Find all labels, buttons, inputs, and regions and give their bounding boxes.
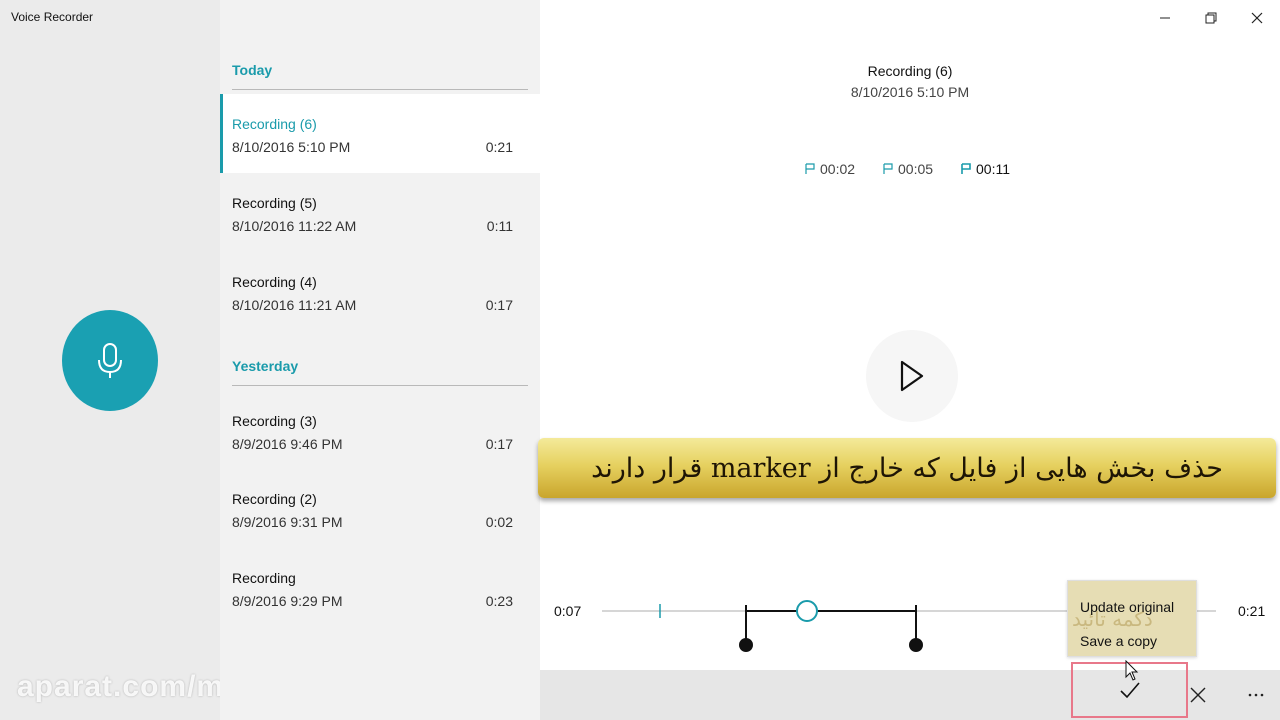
trim-end-handle[interactable]	[909, 638, 923, 652]
save-copy-option[interactable]: Save a copy	[1080, 633, 1157, 649]
close-icon	[1251, 12, 1263, 24]
recording-item[interactable]: Recording 8/9/2016 9:29 PM 0:23	[220, 548, 540, 627]
checkmark-icon	[1119, 682, 1140, 699]
restore-button[interactable]	[1201, 8, 1221, 28]
more-options-button[interactable]	[1244, 671, 1268, 719]
tutorial-banner: حذف بخش هایی از فایل که خارج از marker ق…	[538, 438, 1276, 498]
marker-button[interactable]: 00:05	[883, 161, 933, 177]
recording-date: 8/9/2016 9:31 PM	[232, 514, 343, 530]
recording-item[interactable]: Recording (4) 8/10/2016 11:21 AM 0:17	[220, 252, 540, 331]
close-icon	[1190, 687, 1206, 703]
recording-item[interactable]: Recording (2) 8/9/2016 9:31 PM 0:02	[220, 469, 540, 548]
recording-date: 8/9/2016 9:29 PM	[232, 593, 343, 609]
group-header-today: Today	[232, 62, 273, 78]
playhead-thumb[interactable]	[796, 600, 818, 622]
recording-item[interactable]: Recording (6) 8/10/2016 5:10 PM 0:21	[220, 94, 540, 173]
recording-name: Recording (4)	[232, 274, 317, 290]
recording-duration: 0:23	[485, 593, 513, 609]
flag-icon	[961, 163, 971, 174]
divider	[232, 89, 528, 90]
minimize-button[interactable]	[1155, 8, 1175, 28]
recording-name: Recording (3)	[232, 413, 317, 429]
record-button[interactable]	[62, 310, 158, 411]
recording-name: Recording (2)	[232, 491, 317, 507]
recording-date: 8/9/2016 9:46 PM	[232, 436, 343, 452]
recordings-list: Today Recording (6) 8/10/2016 5:10 PM 0:…	[220, 0, 540, 720]
recording-date: 8/10/2016 11:22 AM	[232, 218, 357, 234]
trim-end-time: 0:21	[1238, 603, 1266, 619]
divider	[232, 385, 528, 386]
marker-time: 00:02	[820, 161, 856, 177]
marker-time: 00:05	[898, 161, 934, 177]
banner-text: حذف بخش هایی از فایل که خارج از marker ق…	[591, 452, 1223, 484]
update-original-option[interactable]: Update original	[1080, 599, 1174, 615]
recording-duration: 0:17	[485, 436, 513, 452]
detail-date: 8/10/2016 5:10 PM	[850, 84, 970, 100]
recording-name: Recording (5)	[232, 195, 317, 211]
close-window-button[interactable]	[1247, 8, 1267, 28]
restore-icon	[1205, 12, 1217, 24]
recording-duration: 0:11	[486, 218, 513, 234]
microphone-icon	[98, 342, 122, 378]
recording-item[interactable]: Recording (3) 8/9/2016 9:46 PM 0:17	[220, 391, 540, 470]
save-menu: دکمه تائید Update original Save a copy	[1067, 580, 1197, 657]
recording-name: Recording	[232, 570, 296, 586]
recording-item[interactable]: Recording (5) 8/10/2016 11:22 AM 0:11	[220, 173, 540, 252]
trim-start-time: 0:07	[554, 603, 582, 619]
play-button[interactable]	[866, 330, 958, 422]
more-icon	[1248, 693, 1264, 697]
marker-button[interactable]: 00:11	[961, 161, 1010, 177]
flag-icon	[883, 163, 893, 174]
left-strip: Voice Recorder aparat.com/mrk.it	[0, 0, 283, 720]
flag-icon	[805, 163, 815, 174]
group-header-yesterday: Yesterday	[232, 358, 299, 374]
detail-title: Recording (6)	[867, 63, 953, 79]
minimize-icon	[1160, 17, 1170, 19]
marker-time: 00:11	[976, 161, 1010, 177]
recording-duration: 0:02	[485, 514, 513, 530]
cancel-button[interactable]	[1186, 671, 1210, 719]
play-icon	[900, 360, 924, 392]
selection-indicator	[220, 94, 223, 173]
recording-date: 8/10/2016 11:21 AM	[232, 297, 357, 313]
marker-button[interactable]: 00:02	[805, 161, 855, 177]
recording-duration: 0:17	[485, 297, 513, 313]
app-title: Voice Recorder	[11, 10, 94, 24]
trim-start-handle[interactable]	[739, 638, 753, 652]
mouse-cursor-icon	[1125, 660, 1139, 681]
recording-name: Recording (6)	[232, 116, 317, 132]
recording-duration: 0:21	[485, 139, 513, 155]
recording-date: 8/10/2016 5:10 PM	[232, 139, 351, 155]
